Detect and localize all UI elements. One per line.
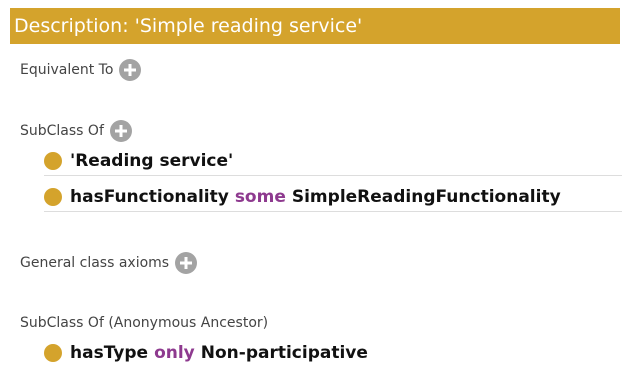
class-dot-icon	[44, 344, 62, 362]
axiom-row[interactable]: hasType only Non-participative	[44, 340, 368, 366]
axiom-keyword: some	[234, 187, 286, 207]
add-general-axiom-icon[interactable]	[175, 252, 198, 274]
axiom-row[interactable]: 'Reading service'	[44, 148, 233, 174]
general-class-axioms-label: General class axioms	[20, 255, 170, 271]
axiom-property: hasFunctionality	[70, 187, 229, 207]
general-class-axioms-section: General class axioms	[20, 251, 198, 275]
anonymous-ancestor-label: SubClass Of (Anonymous Ancestor)	[20, 315, 269, 331]
axiom-filler: SimpleReadingFunctionality	[291, 187, 561, 207]
class-dot-icon	[44, 188, 62, 206]
add-subclass-icon[interactable]	[109, 120, 132, 142]
equivalent-to-section: Equivalent To	[20, 58, 142, 82]
anonymous-ancestor-section: SubClass Of (Anonymous Ancestor)	[20, 311, 268, 335]
equivalent-to-label: Equivalent To	[20, 62, 114, 78]
class-description-panel: Description: 'Simple reading service' Eq…	[0, 0, 629, 367]
subclass-of-section: SubClass Of	[20, 119, 132, 143]
axiom-class: 'Reading service'	[70, 151, 234, 171]
panel-title: Description: 'Simple reading service'	[10, 8, 620, 44]
subclass-of-label: SubClass Of	[20, 123, 104, 139]
axiom-row[interactable]: hasFunctionality some SimpleReadingFunct…	[44, 184, 561, 210]
class-dot-icon	[44, 152, 62, 170]
axiom-property: hasType	[70, 343, 149, 363]
axiom-filler: Non-participative	[200, 343, 368, 363]
divider	[44, 175, 622, 176]
add-equivalent-icon[interactable]	[119, 59, 142, 81]
divider	[44, 211, 622, 212]
axiom-keyword: only	[154, 343, 195, 363]
